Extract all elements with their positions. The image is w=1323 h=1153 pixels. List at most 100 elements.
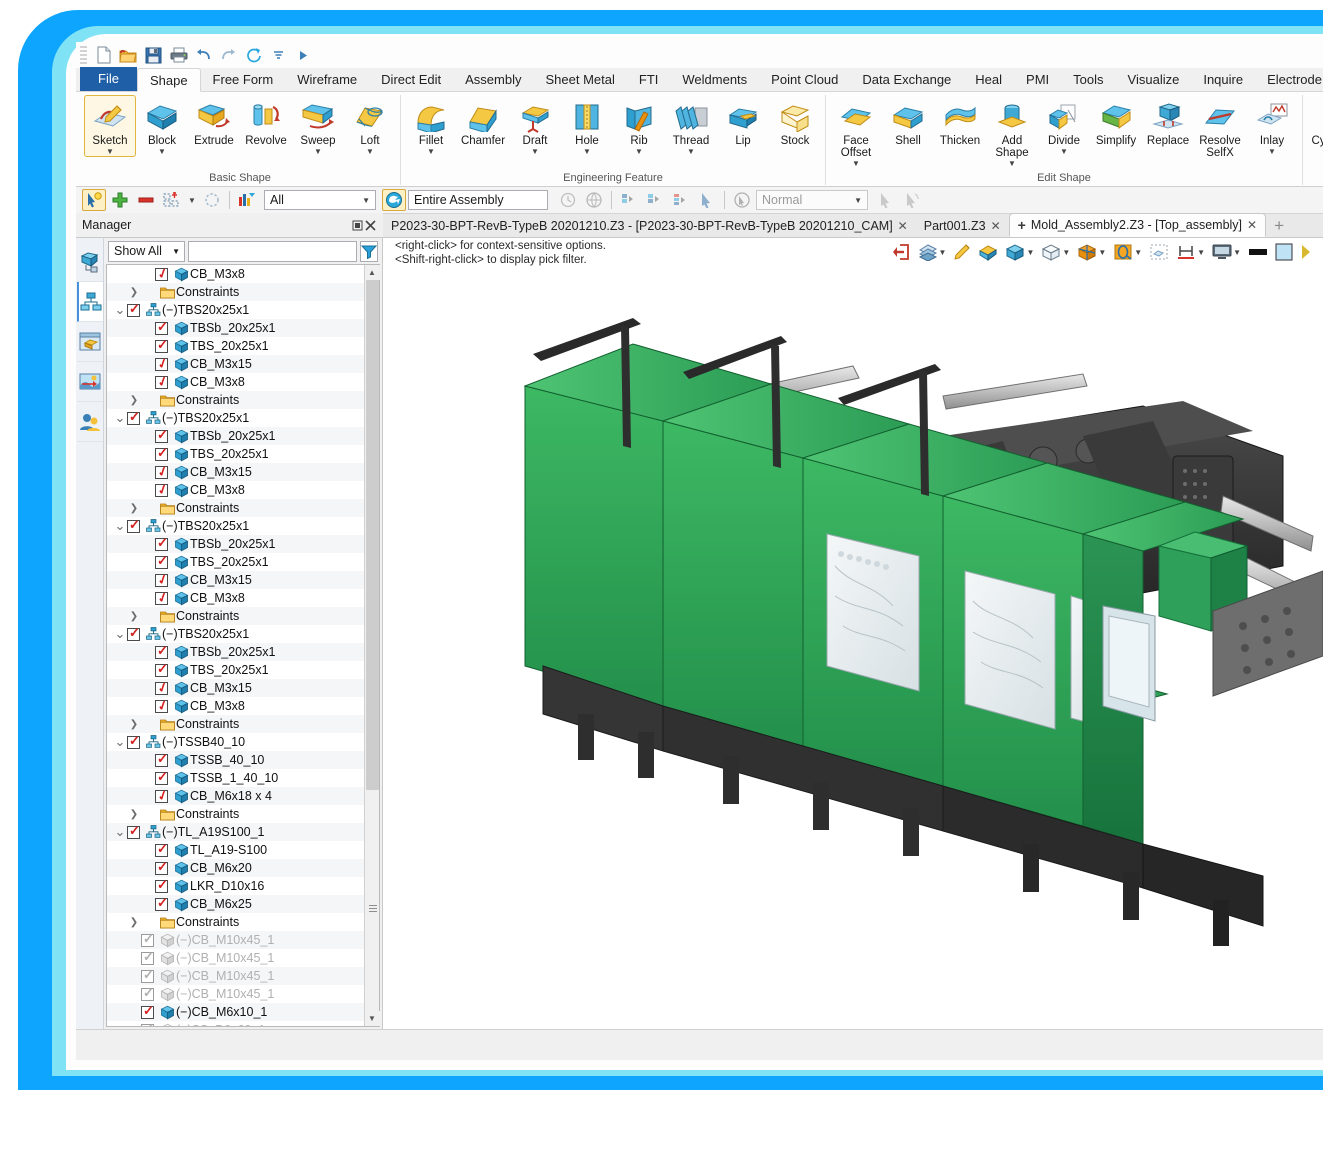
close-icon[interactable]: ✕ (1247, 218, 1257, 232)
tree-checkbox[interactable]: ✓ (155, 878, 168, 893)
tree-row[interactable]: ❯ Constraints (107, 913, 364, 931)
chevron-down-icon[interactable]: ▼ (186, 189, 198, 211)
chevron-right-icon[interactable]: ❯ (127, 719, 141, 730)
tree-row[interactable]: ✓ CB_M3x8 (107, 696, 364, 715)
tree-checkbox[interactable]: ✓ (155, 896, 168, 911)
ribbon-button-add-shape[interactable]: Add Shape ▼ (986, 95, 1038, 169)
tree-checkbox[interactable]: ✓ (155, 480, 170, 498)
ribbon-button-resolve-selfx[interactable]: Resolve SelfX (1194, 95, 1246, 160)
funnel-filter-icon[interactable] (360, 240, 378, 262)
tree-row[interactable]: ✓ TL_A19-S100 (107, 841, 364, 859)
swatch-dark-icon[interactable] (1245, 240, 1271, 264)
tree-checkbox[interactable]: ✓ (155, 354, 170, 372)
play-triangle-icon[interactable] (291, 44, 316, 66)
tree-checkbox[interactable]: ✓ (141, 1004, 154, 1019)
tree-checkbox[interactable]: ✓ (127, 410, 140, 425)
new-document-icon[interactable] (91, 44, 116, 66)
tree-row[interactable]: ✓ (−)CB_M6x10_1 (107, 1003, 364, 1021)
chevron-down-icon[interactable]: ▼ (1062, 248, 1070, 257)
minus-red-icon[interactable] (134, 189, 158, 211)
chevron-down-icon[interactable]: ⌄ (113, 825, 127, 838)
tree-row[interactable]: ✓ TSSB_40_10 (107, 751, 364, 769)
chevron-down-icon[interactable]: ▼ (1134, 248, 1142, 257)
tree-checkbox[interactable]: ✓ (155, 842, 168, 857)
face-color-icon[interactable] (975, 240, 1001, 264)
tree-checkbox[interactable]: ✓ (141, 968, 154, 983)
tree-checkbox[interactable]: ✓ (141, 1022, 154, 1026)
pointer-icon[interactable] (874, 189, 898, 211)
ribbon-button-thread[interactable]: Thread ▼ (665, 95, 717, 157)
ribbon-button-cylindrical-bend[interactable]: Cylindrical Bend ▼ (1307, 95, 1323, 169)
tree-row[interactable]: ✓ LKR_D10x16 (107, 877, 364, 895)
chevron-down-icon[interactable]: ⌄ (113, 627, 127, 640)
tree-row[interactable]: ✓ TBSb_20x25x1 (107, 535, 364, 553)
ribbon-button-inlay[interactable]: Inlay ▼ (1246, 95, 1298, 157)
tree-row[interactable]: ✓ TBSb_20x25x1 (107, 319, 364, 337)
chevron-right-icon[interactable]: ❯ (127, 809, 141, 820)
chevron-down-icon[interactable]: ▼ (687, 148, 695, 156)
move-part-b-icon[interactable] (643, 189, 667, 211)
swatch-extra-icon[interactable] (1297, 240, 1315, 264)
ribbon-button-draft[interactable]: Draft ▼ (509, 95, 561, 157)
tree-checkbox[interactable]: ✓ (155, 786, 170, 804)
ribbon-tab-data-exchange[interactable]: Data Exchange (850, 68, 963, 91)
chevron-down-icon[interactable]: ▼ (366, 148, 374, 156)
chevron-down-icon[interactable]: ▼ (635, 148, 643, 156)
tree-row[interactable]: ✓ TBSb_20x25x1 (107, 427, 364, 445)
tree-row[interactable]: ❯ Constraints (107, 499, 364, 517)
tree-row[interactable]: ❯ Constraints (107, 391, 364, 409)
tree-checkbox[interactable]: ✓ (155, 320, 168, 335)
chevron-down-icon[interactable]: ▼ (1008, 160, 1016, 168)
ribbon-tab-pmi[interactable]: PMI (1014, 68, 1061, 91)
open-folder-icon[interactable] (116, 44, 141, 66)
tree-checkbox[interactable]: ✓ (155, 338, 168, 353)
ribbon-button-stock[interactable]: Stock (769, 95, 821, 148)
selection-filter-combo[interactable]: All ▼ (264, 190, 376, 210)
toolbar-drag-handle[interactable] (80, 46, 87, 64)
measure-icon[interactable]: ▼ (1173, 240, 1208, 264)
move-part-a-icon[interactable] (617, 189, 641, 211)
tree-row[interactable]: ✓ CB_M3x8 (107, 372, 364, 391)
select-highlight-icon[interactable] (82, 189, 106, 211)
wire-cube-icon[interactable]: ▼ (1038, 240, 1073, 264)
scroll-down-arrow[interactable]: ▼ (364, 1011, 380, 1026)
close-window-icon[interactable] (364, 219, 377, 232)
tree-checkbox[interactable]: ✓ (141, 950, 154, 965)
tree-checkbox[interactable]: ✓ (127, 824, 140, 839)
layers-stack-icon[interactable]: ▼ (915, 240, 950, 264)
tree-checkbox[interactable]: ✓ (155, 554, 168, 569)
close-icon[interactable]: ✕ (898, 219, 908, 233)
tree-row[interactable]: ⌄ ✓ (−)TBS20x25x1 (107, 517, 364, 535)
tree-checkbox[interactable]: ✓ (155, 462, 170, 480)
ribbon-tab-free-form[interactable]: Free Form (201, 68, 286, 91)
monitor-icon[interactable]: ▼ (1209, 240, 1244, 264)
ribbon-tab-inquire[interactable]: Inquire (1191, 68, 1255, 91)
pattern-icon[interactable] (160, 189, 184, 211)
ribbon-button-face-offset[interactable]: Face Offset ▼ (830, 95, 882, 169)
tree-row[interactable]: ⌄ ✓ (−)TBS20x25x1 (107, 409, 364, 427)
ribbon-tab-heal[interactable]: Heal (963, 68, 1014, 91)
tree-row[interactable]: ✓ CB_M3x15 (107, 354, 364, 373)
tree-checkbox[interactable]: ✓ (127, 518, 140, 533)
tree-checkbox[interactable]: ✓ (155, 570, 170, 588)
show-filter-combo[interactable]: Show All ▼ (108, 240, 185, 262)
tree-checkbox[interactable]: ✓ (155, 265, 170, 282)
tree-row[interactable]: ✓ TBS_20x25x1 (107, 337, 364, 355)
view-manager-icon[interactable] (76, 322, 103, 362)
chevron-right-icon[interactable]: ❯ (127, 917, 141, 928)
tree-row[interactable]: ✓ CB_M3x8 (107, 588, 364, 607)
tree-row[interactable]: ✓ (−)SS_D9x60_1 (107, 1021, 364, 1026)
chevron-down-icon[interactable]: ▼ (583, 148, 591, 156)
ribbon-button-hole[interactable]: Hole ▼ (561, 95, 613, 157)
ribbon-tab-file[interactable]: File (80, 67, 137, 91)
ribbon-button-rib[interactable]: Rib ▼ (613, 95, 665, 157)
ribbon-tab-fti[interactable]: FTI (627, 68, 671, 91)
ribbon-tab-direct-edit[interactable]: Direct Edit (369, 68, 453, 91)
chevron-down-icon[interactable]: ▼ (427, 148, 435, 156)
globe-shade-icon[interactable] (582, 189, 606, 211)
tree-row[interactable]: ✓ (−)CB_M10x45_1 (107, 931, 364, 949)
user-profile-icon[interactable] (76, 402, 103, 442)
tree-row[interactable]: ❯ Constraints (107, 715, 364, 733)
ribbon-tab-visualize[interactable]: Visualize (1116, 68, 1192, 91)
chevron-down-icon[interactable]: ▼ (1233, 248, 1241, 257)
